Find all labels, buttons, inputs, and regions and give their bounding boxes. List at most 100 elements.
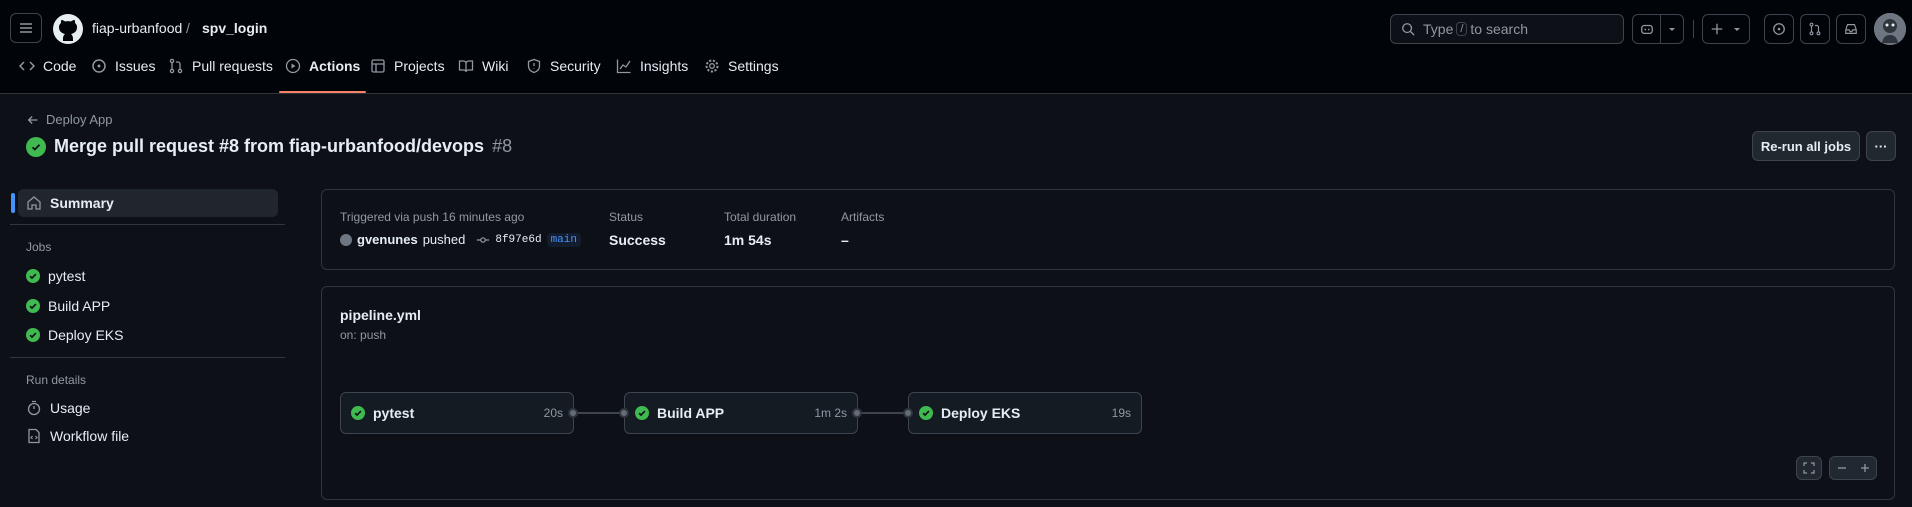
tab-security[interactable]: Security [526,58,601,94]
tab-issues[interactable]: Issues [91,58,155,94]
repo-link[interactable]: spv_login [202,20,267,36]
tab-label: Issues [115,58,156,74]
back-link-label: Deploy App [46,112,113,127]
tab-settings[interactable]: Settings [704,58,779,94]
pull-requests-button[interactable] [1800,14,1830,44]
run-number: #8 [492,136,513,156]
zoom-out-icon[interactable] [1836,462,1848,474]
hamburger-icon [20,23,32,33]
inbox-icon [1845,24,1857,34]
actor-link[interactable]: gvenunes [357,232,418,247]
duration-value[interactable]: 1m 54s [724,232,771,248]
back-link[interactable]: Deploy App [26,112,113,127]
graph-icon [616,59,631,74]
search-input[interactable]: Type / to search [1390,14,1624,44]
issues-button[interactable] [1764,14,1794,44]
job-connector [576,412,624,414]
job-connector [860,412,908,414]
sidebar-item-job-pytest[interactable]: pytest [18,262,278,290]
sidebar-item-label: Usage [50,400,91,416]
tab-label: Settings [728,58,779,74]
app-header: fiap-urbanfood / spv_login Type / to sea… [0,0,1912,94]
avatar[interactable] [1874,13,1906,45]
stopwatch-icon [27,400,41,416]
success-icon [351,406,365,420]
file-code-icon [28,428,40,444]
job-node-deploy-eks[interactable]: Deploy EKS 19s [908,392,1142,434]
tab-insights[interactable]: Insights [616,58,688,94]
tab-label: Insights [640,58,689,74]
arrow-left-icon [27,115,38,124]
search-prefix: Type [1423,21,1454,37]
create-new-button[interactable] [1702,14,1750,44]
fullscreen-icon [1803,462,1815,474]
tab-label: Code [43,58,77,74]
github-logo-icon[interactable] [52,13,84,45]
status-label: Status [609,210,644,224]
success-icon [26,299,40,313]
tab-pull-requests[interactable]: Pull requests [168,58,273,94]
status-value: Success [609,232,666,248]
more-options-button[interactable]: ··· [1866,131,1896,161]
search-shortcut-key: / [1456,22,1468,36]
code-icon [19,61,35,71]
search-suffix: to search [1470,21,1529,37]
copilot-button[interactable] [1632,14,1684,44]
actor-action: pushed [422,232,466,247]
issue-icon [92,59,106,73]
job-node-build-app[interactable]: Build APP 1m 2s [624,392,858,434]
rerun-all-jobs-button[interactable]: Re-run all jobs [1752,131,1860,161]
sidebar-item-label: Deploy EKS [48,327,124,343]
branch-badge[interactable]: main [546,232,581,247]
play-icon [285,58,301,74]
triggered-label: Triggered via push 16 minutes ago [340,210,525,224]
pull-request-icon [169,58,183,74]
workflow-trigger: on: push [340,328,387,342]
sidebar-item-workflow-file[interactable]: Workflow file [18,422,278,450]
avatar-image-icon [1874,13,1906,45]
tab-projects[interactable]: Projects [370,58,445,94]
workflow-file-name[interactable]: pipeline.yml [340,307,421,323]
search-icon [1402,23,1415,36]
owner-link[interactable]: fiap-urbanfood [92,20,182,36]
table-icon [371,59,385,73]
trigger-detail: gvenunes pushed 8f97e6d main [340,232,581,247]
inbox-button[interactable] [1836,14,1866,44]
menu-button[interactable] [10,13,42,43]
success-icon [919,406,933,420]
connector-dot [568,408,578,418]
artifacts-value: – [841,232,849,248]
success-icon [26,269,40,283]
actor-avatar[interactable] [340,233,352,246]
sidebar-item-usage[interactable]: Usage [18,394,278,422]
zoom-in-icon[interactable] [1859,462,1871,474]
book-icon [458,60,474,73]
tab-actions[interactable]: Actions [278,58,367,94]
job-node-pytest[interactable]: pytest 20s [340,392,574,434]
sidebar-divider [10,357,285,358]
success-icon [26,328,40,342]
run-summary-panel [321,189,1895,270]
run-title: Merge pull request #8 from fiap-urbanfoo… [26,136,512,157]
git-commit-icon [477,236,490,243]
tab-wiki[interactable]: Wiki [458,58,508,94]
connector-dot [619,408,629,418]
commit-sha-link[interactable]: 8f97e6d [495,234,541,246]
tab-code[interactable]: Code [19,58,76,94]
tab-label: Actions [309,58,361,74]
chevron-down-icon [1668,28,1675,31]
sidebar-item-job-build-app[interactable]: Build APP [18,292,278,320]
tab-label: Pull requests [192,58,273,74]
sidebar-item-job-deploy-eks[interactable]: Deploy EKS [18,321,278,349]
sidebar-item-summary[interactable]: Summary [11,189,278,217]
breadcrumb-separator: / [186,20,190,36]
shield-icon [527,58,541,74]
connector-dot [903,408,913,418]
job-name: Build APP [657,405,725,421]
tab-label: Wiki [482,58,509,74]
sidebar-item-label: pytest [48,268,86,284]
success-icon [26,136,46,157]
sidebar-divider [10,224,285,225]
fullscreen-button[interactable] [1796,456,1822,480]
zoom-controls [1829,456,1877,480]
